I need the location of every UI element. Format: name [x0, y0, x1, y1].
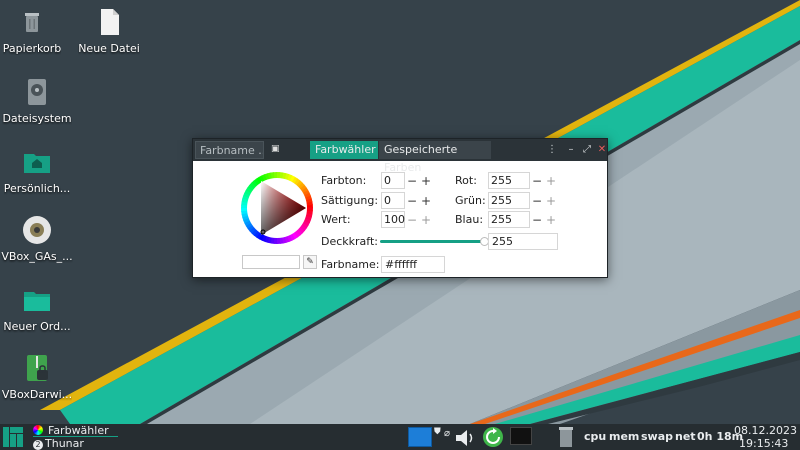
picker-content: ✎ Farbton: 0 − + Sättigung: 0 − + Wert: …: [193, 161, 607, 279]
desktop-icon-new-file[interactable]: Neue Datei: [71, 6, 147, 55]
color-name-search-input[interactable]: Farbname ...: [195, 141, 264, 159]
red-increment-button[interactable]: +: [544, 174, 558, 188]
value-input[interactable]: 100: [381, 211, 405, 228]
save-icon[interactable]: ▣: [271, 144, 281, 154]
manjaro-menu-icon[interactable]: [0, 424, 26, 450]
swap-monitor[interactable]: swap: [641, 430, 673, 443]
value-spinbox: 100 − +: [381, 211, 433, 228]
desktop-icon-label: VBoxDarwi...: [1, 388, 73, 401]
color-wheel-icon: [33, 425, 43, 435]
hue-spinbox: 0 − +: [381, 172, 433, 189]
blue-decrement-button[interactable]: −: [530, 213, 544, 227]
desktop-icon-new-folder[interactable]: Neuer Ord...: [0, 284, 75, 333]
file-icon: [101, 9, 119, 35]
saturation-decrement-button[interactable]: −: [405, 194, 419, 208]
opacity-slider[interactable]: [380, 240, 484, 243]
tab-saved-colors[interactable]: Gespeicherte Farben: [379, 141, 491, 174]
desktop-icon-trash[interactable]: Papierkorb: [0, 6, 70, 55]
saturation-label: Sättigung:: [321, 194, 379, 207]
saturation-spinbox: 0 − +: [381, 192, 433, 209]
opacity-label: Deckkraft:: [321, 235, 378, 248]
window-count-badge: 2: [33, 440, 43, 450]
green-spinbox: 255 − +: [488, 192, 558, 209]
green-decrement-button[interactable]: −: [530, 194, 544, 208]
value-increment-button[interactable]: +: [419, 213, 433, 227]
hue-label: Farbton:: [321, 174, 367, 187]
hue-increment-button[interactable]: +: [419, 174, 433, 188]
folder-icon: [24, 292, 50, 311]
hue-input[interactable]: 0: [381, 172, 405, 189]
value-label: Wert:: [321, 213, 351, 226]
desktop-icon-label: Persönlich...: [3, 182, 71, 195]
mem-monitor[interactable]: mem: [609, 430, 639, 443]
taskbar: Farbwähler 2 Thunar ⛊ ⌀ cpu mem swap net …: [0, 424, 800, 450]
drive-icon: [28, 79, 46, 105]
desktop-icon-cd[interactable]: VBox_GAs_...: [0, 214, 75, 263]
desktop-icon-label: Neue Datei: [78, 42, 140, 55]
update-icon[interactable]: [482, 426, 504, 448]
taskbar-item-label: Farbwähler: [48, 424, 109, 437]
volume-icon[interactable]: [454, 429, 478, 447]
blue-label: Blau:: [455, 213, 484, 226]
taskbar-item-label: Thunar: [45, 437, 84, 450]
hue-decrement-button[interactable]: −: [405, 174, 419, 188]
attachment-icon[interactable]: ⌀: [444, 428, 450, 439]
trash-icon[interactable]: [556, 426, 576, 448]
network-icon[interactable]: ⛊: [434, 427, 441, 437]
green-input[interactable]: 255: [488, 192, 530, 209]
minimize-icon[interactable]: –: [565, 143, 577, 157]
desktop-icon-filesystem[interactable]: Dateisystem: [0, 76, 75, 125]
trash-icon: [25, 13, 39, 32]
color-preview-swatch: [242, 255, 300, 269]
color-name-label: Farbname:: [321, 258, 380, 271]
archive-icon: [27, 355, 48, 381]
eyedropper-icon[interactable]: ✎: [303, 255, 317, 269]
desktop-icon-label: Dateisystem: [2, 112, 72, 125]
desktop-icon-label: Papierkorb: [2, 42, 62, 55]
saturation-input[interactable]: 0: [381, 192, 405, 209]
desktop-icon-archive[interactable]: VBoxDarwi...: [0, 352, 75, 401]
blue-spinbox: 255 − +: [488, 211, 558, 228]
blue-input[interactable]: 255: [488, 211, 530, 228]
display-icon[interactable]: [510, 427, 532, 445]
red-decrement-button[interactable]: −: [530, 174, 544, 188]
red-input[interactable]: 255: [488, 172, 530, 189]
color-wheel[interactable]: [241, 172, 313, 244]
workspace-switcher[interactable]: [408, 427, 432, 447]
window-titlebar[interactable]: Farbname ... ▣ Farbwähler Gespeicherte F…: [193, 139, 608, 174]
red-spinbox: 255 − +: [488, 172, 558, 189]
desktop-icon-home[interactable]: Persönlich...: [0, 146, 75, 195]
clock-date[interactable]: 08.12.2023: [734, 424, 797, 437]
saturation-increment-button[interactable]: +: [419, 194, 433, 208]
green-increment-button[interactable]: +: [544, 194, 558, 208]
value-decrement-button[interactable]: −: [405, 213, 419, 227]
color-name-input[interactable]: #ffffff: [381, 256, 445, 273]
net-monitor[interactable]: net: [675, 430, 696, 443]
taskbar-item-thunar[interactable]: 2 Thunar: [33, 437, 84, 450]
cpu-monitor[interactable]: cpu: [584, 430, 606, 443]
tab-color-picker[interactable]: Farbwähler: [310, 141, 378, 159]
cd-icon: [23, 216, 51, 244]
red-label: Rot:: [455, 174, 477, 187]
maximize-icon[interactable]: ⤢: [581, 143, 593, 157]
desktop-icon-label: Neuer Ord...: [3, 320, 71, 333]
green-label: Grün:: [455, 194, 486, 207]
desktop-icon-label: VBox_GAs_...: [1, 250, 73, 263]
home-folder-icon: [24, 154, 50, 173]
blue-increment-button[interactable]: +: [544, 213, 558, 227]
close-icon[interactable]: ✕: [596, 143, 608, 157]
menu-icon[interactable]: ⋮: [546, 143, 558, 157]
clock-time[interactable]: 19:15:43: [739, 437, 788, 450]
color-picker-window: Farbname ... ▣ Farbwähler Gespeicherte F…: [192, 138, 608, 278]
opacity-value-display: 255: [488, 233, 558, 250]
taskbar-item-farbwaehler[interactable]: Farbwähler: [33, 424, 118, 437]
